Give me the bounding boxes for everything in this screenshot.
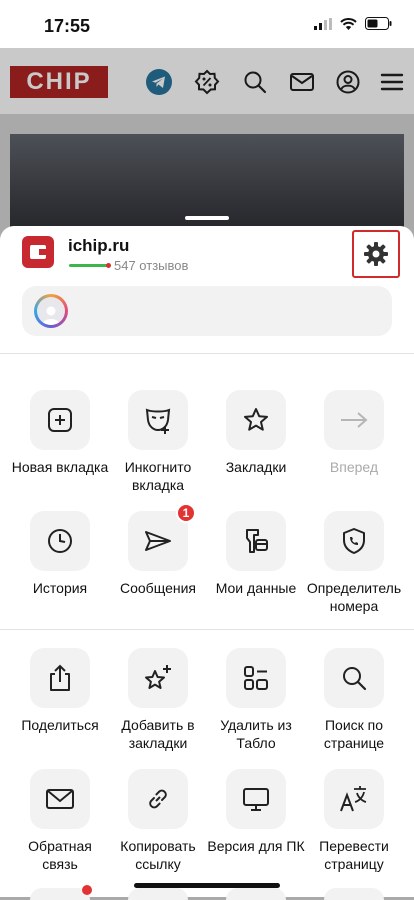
plus-square-icon	[48, 408, 72, 432]
share-icon	[50, 664, 70, 691]
star-plus-icon	[145, 665, 171, 689]
reviews-count[interactable]: 547 отзывов	[114, 258, 188, 273]
website-header: CHIP	[0, 48, 414, 114]
avatar[interactable]	[34, 294, 68, 328]
menu-item-next-row[interactable]	[226, 888, 286, 900]
menu-item-my-data[interactable]: Мои данные	[207, 511, 305, 597]
site-name: ichip.ru	[68, 236, 130, 255]
menu-item-label: Перевести страницу	[319, 838, 389, 872]
search-icon	[343, 667, 367, 691]
menu-item-incognito-tab[interactable]: Инкогнито вкладка	[109, 390, 207, 494]
account-bar[interactable]	[22, 286, 392, 336]
menu-item-label: Закладки	[225, 459, 287, 475]
site-info-row[interactable]: ichip.ru 547 отзывов	[0, 226, 414, 286]
menu-item-label: Обратная связь	[28, 838, 92, 872]
home-indicator[interactable]	[134, 883, 280, 888]
menu-item-label: Удалить из Табло	[220, 717, 292, 751]
person-silhouette-icon	[42, 306, 60, 325]
discount-icon	[193, 68, 221, 96]
wifi-icon	[340, 17, 357, 30]
menu-item-next-row[interactable]	[324, 888, 384, 900]
star-icon	[244, 408, 268, 431]
envelope-icon	[46, 789, 74, 809]
translate-icon	[340, 786, 367, 812]
menu-item-messages[interactable]: 1 Сообщения	[109, 503, 207, 597]
search-icon	[241, 68, 269, 96]
menu-item-share[interactable]: Поделиться	[11, 648, 109, 734]
clock-icon	[48, 529, 72, 553]
menu-item-desktop-version[interactable]: Версия для ПК	[207, 769, 305, 855]
paper-plane-icon	[145, 531, 171, 551]
menu-item-caller-id[interactable]: Определитель номера	[305, 511, 403, 615]
divider	[0, 629, 414, 630]
menu-item-add-bookmark[interactable]: Добавить в закладки	[109, 648, 207, 752]
notification-dot	[82, 885, 92, 895]
notification-badge: 1	[176, 503, 196, 523]
sheet-grabber[interactable]	[185, 216, 229, 220]
rating-bar	[69, 263, 111, 268]
status-time: 17:55	[44, 16, 91, 36]
divider	[0, 353, 414, 354]
menu-item-label: Поделиться	[21, 717, 99, 733]
site-favicon	[22, 236, 54, 268]
status-icons	[314, 17, 392, 30]
user-icon	[334, 68, 362, 96]
menu-item-label: Копировать ссылку	[120, 838, 196, 872]
menu-item-label: Вперед	[329, 459, 379, 475]
menu-item-feedback[interactable]: Обратная связь	[11, 769, 109, 873]
menu-item-label: Новая вкладка	[11, 459, 109, 475]
signal-icon	[314, 17, 332, 30]
gear-icon	[364, 242, 388, 266]
menu-item-translate-page[interactable]: Перевести страницу	[305, 769, 403, 873]
my-data-icon	[246, 529, 268, 553]
telegram-icon	[145, 68, 173, 96]
menu-item-new-tab[interactable]: Новая вкладка	[11, 390, 109, 476]
status-bar: 17:55	[0, 0, 414, 48]
menu-item-bookmarks[interactable]: Закладки	[207, 390, 305, 476]
menu-item-label: Определитель номера	[306, 580, 402, 614]
menu-item-label: Сообщения	[120, 580, 196, 596]
menu-item-label: Инкогнито вкладка	[124, 459, 192, 493]
phone-shield-icon	[343, 528, 365, 554]
incognito-mask-icon	[145, 408, 171, 434]
menu-item-next-row[interactable]	[128, 888, 188, 900]
monitor-icon	[243, 788, 269, 811]
link-icon	[149, 789, 167, 809]
menu-item-label: История	[32, 580, 88, 596]
arrow-right-icon	[341, 412, 368, 428]
menu-item-find-in-page[interactable]: Поиск по странице	[305, 648, 403, 752]
hamburger-menu-icon	[378, 68, 406, 96]
menu-item-history[interactable]: История	[11, 511, 109, 597]
settings-button[interactable]	[352, 230, 400, 278]
menu-item-copy-link[interactable]: Копировать ссылку	[109, 769, 207, 873]
menu-item-label: Мои данные	[215, 580, 297, 596]
mail-icon	[288, 68, 316, 96]
menu-item-next-row[interactable]	[30, 888, 90, 900]
menu-item-label: Версия для ПК	[207, 838, 305, 854]
browser-menu-sheet: ichip.ru 547 отзывов Новая вкладка Инког…	[0, 226, 414, 897]
menu-item-remove-from-dashboard[interactable]: Удалить из Табло	[207, 648, 305, 752]
menu-item-label: Добавить в закладки	[121, 717, 195, 751]
site-logo: CHIP	[10, 66, 108, 98]
battery-icon	[365, 17, 392, 30]
menu-item-forward[interactable]: Вперед	[305, 390, 403, 476]
dashboard-icon	[244, 666, 268, 690]
menu-item-label: Поиск по странице	[323, 717, 385, 751]
